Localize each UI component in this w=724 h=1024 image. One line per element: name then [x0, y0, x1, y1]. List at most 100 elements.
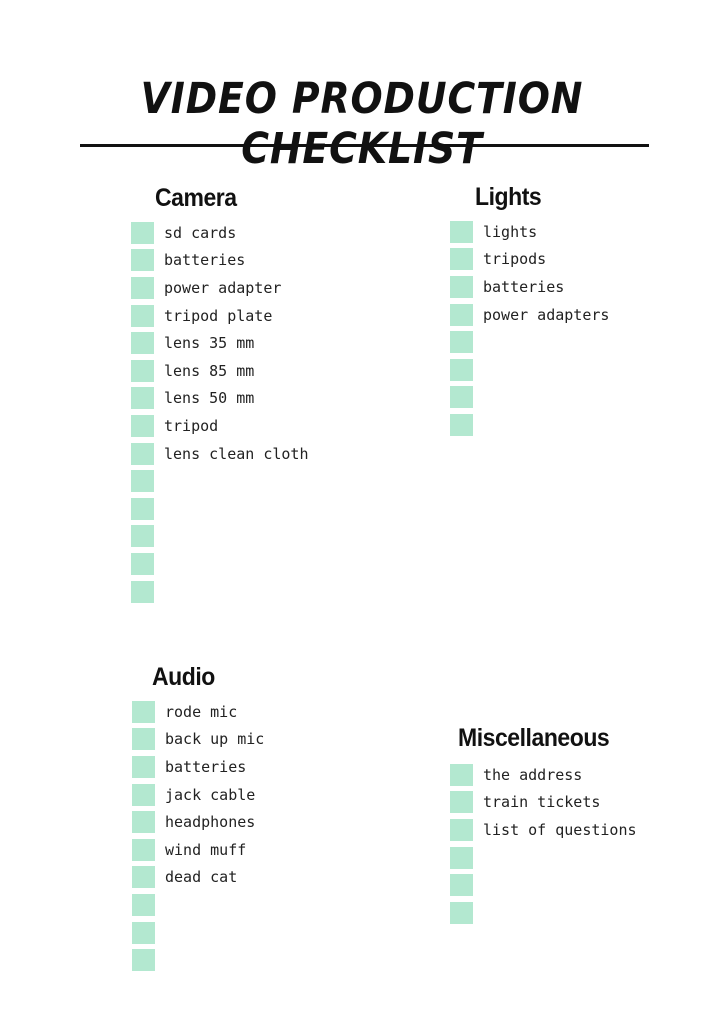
checklist-item [450, 871, 637, 899]
checklist-item: lens 50 mm [131, 385, 309, 413]
item-label: dead cat [165, 868, 238, 887]
item-label: wind muff [165, 840, 247, 859]
checkbox[interactable] [131, 497, 154, 520]
checklist-item: power adapters [450, 301, 609, 329]
checkbox[interactable] [132, 728, 155, 751]
item-label: batteries [483, 277, 565, 296]
checklist-item: lens 85 mm [131, 357, 309, 385]
item-label: the address [483, 765, 583, 784]
checklist-item [132, 946, 264, 974]
checkbox[interactable] [131, 276, 154, 299]
checkbox[interactable] [131, 580, 154, 603]
checkbox[interactable] [450, 358, 473, 381]
checkbox[interactable] [132, 893, 155, 916]
page-title: VIDEO PRODUCTION CHECKLIST [140, 74, 584, 174]
checklist-item [450, 384, 609, 412]
checkbox[interactable] [132, 755, 155, 778]
item-label: back up mic [165, 730, 265, 749]
checkbox[interactable] [132, 949, 155, 972]
checklist-item: batteries [450, 273, 609, 301]
checkbox[interactable] [132, 783, 155, 806]
checklist-item [450, 844, 637, 872]
checkbox[interactable] [132, 921, 155, 944]
section-audio: Audio rode mic back up mic batteries jack c… [132, 662, 264, 974]
checkbox[interactable] [132, 811, 155, 834]
item-label: batteries [164, 251, 246, 270]
checklist-item: tripods [450, 246, 609, 274]
item-label: list of questions [483, 820, 637, 839]
checkbox[interactable] [131, 249, 154, 272]
section-heading: Lights [475, 183, 542, 211]
item-label: tripods [483, 250, 547, 269]
checklist-item [131, 523, 309, 551]
section-miscellaneous: Miscellaneous the address train tickets li… [450, 723, 637, 927]
item-label: sd cards [164, 223, 237, 242]
item-label: power adapters [483, 305, 610, 324]
checklist-item [132, 891, 264, 919]
checklist-item: dead cat [132, 864, 264, 892]
checkbox[interactable] [450, 303, 473, 326]
checkbox[interactable] [450, 846, 473, 869]
checkbox[interactable] [131, 414, 154, 437]
checklist-item [131, 578, 309, 606]
checkbox[interactable] [450, 275, 473, 298]
checklist-item: the address [450, 761, 637, 789]
item-label: lens clean cloth [164, 444, 309, 463]
item-label: power adapter [164, 278, 282, 297]
checklist-item [450, 899, 637, 927]
section-camera: Camera sd cards batteries power adapter tri… [131, 183, 309, 605]
checklist-item [132, 919, 264, 947]
section-heading: Camera [155, 184, 237, 212]
checklist-item [131, 467, 309, 495]
checklist-item: power adapter [131, 274, 309, 302]
checkbox[interactable] [450, 818, 473, 841]
checklist-item: rode mic [132, 698, 264, 726]
checklist-item: jack cable [132, 781, 264, 809]
checkbox[interactable] [450, 220, 473, 243]
checklist-item: batteries [131, 247, 309, 275]
checklist-item: sd cards [131, 219, 309, 247]
section-heading: Miscellaneous [458, 724, 610, 752]
checkbox[interactable] [131, 470, 154, 493]
item-label: jack cable [165, 785, 256, 804]
checkbox[interactable] [131, 359, 154, 382]
checkbox[interactable] [450, 413, 473, 436]
checkbox[interactable] [131, 332, 154, 355]
checkbox[interactable] [131, 304, 154, 327]
checkbox[interactable] [450, 791, 473, 814]
checkbox[interactable] [450, 248, 473, 271]
checklist: rode mic back up mic batteries jack cable he… [132, 698, 264, 974]
checklist-item [450, 328, 609, 356]
checklist: lights tripods batteries power adapters [450, 218, 609, 439]
checkbox[interactable] [131, 387, 154, 410]
section-heading: Audio [152, 663, 215, 691]
checkbox[interactable] [450, 901, 473, 924]
checklist-item [450, 411, 609, 439]
checklist-item [131, 550, 309, 578]
item-label: batteries [165, 757, 247, 776]
checkbox[interactable] [450, 331, 473, 354]
checkbox[interactable] [131, 221, 154, 244]
checklist-item [450, 356, 609, 384]
checklist-item: tripod plate [131, 302, 309, 330]
checklist: sd cards batteries power adapter tripod pla… [131, 219, 309, 605]
checkbox[interactable] [131, 442, 154, 465]
checklist-item: batteries [132, 753, 264, 781]
item-label: rode mic [165, 702, 238, 721]
checkbox[interactable] [132, 838, 155, 861]
item-label: headphones [165, 813, 256, 832]
item-label: tripod [164, 416, 219, 435]
checkbox[interactable] [450, 763, 473, 786]
checkbox[interactable] [131, 552, 154, 575]
checkbox[interactable] [450, 386, 473, 409]
checkbox[interactable] [132, 866, 155, 889]
item-label: lens 35 mm [164, 334, 255, 353]
checklist-item: back up mic [132, 726, 264, 754]
checkbox[interactable] [131, 525, 154, 548]
item-label: lights [483, 222, 538, 241]
section-lights: Lights lights tripods batteries power adapt… [450, 182, 609, 439]
checkbox[interactable] [450, 874, 473, 897]
checkbox[interactable] [132, 700, 155, 723]
checklist-item: lights [450, 218, 609, 246]
item-label: tripod plate [164, 306, 273, 325]
